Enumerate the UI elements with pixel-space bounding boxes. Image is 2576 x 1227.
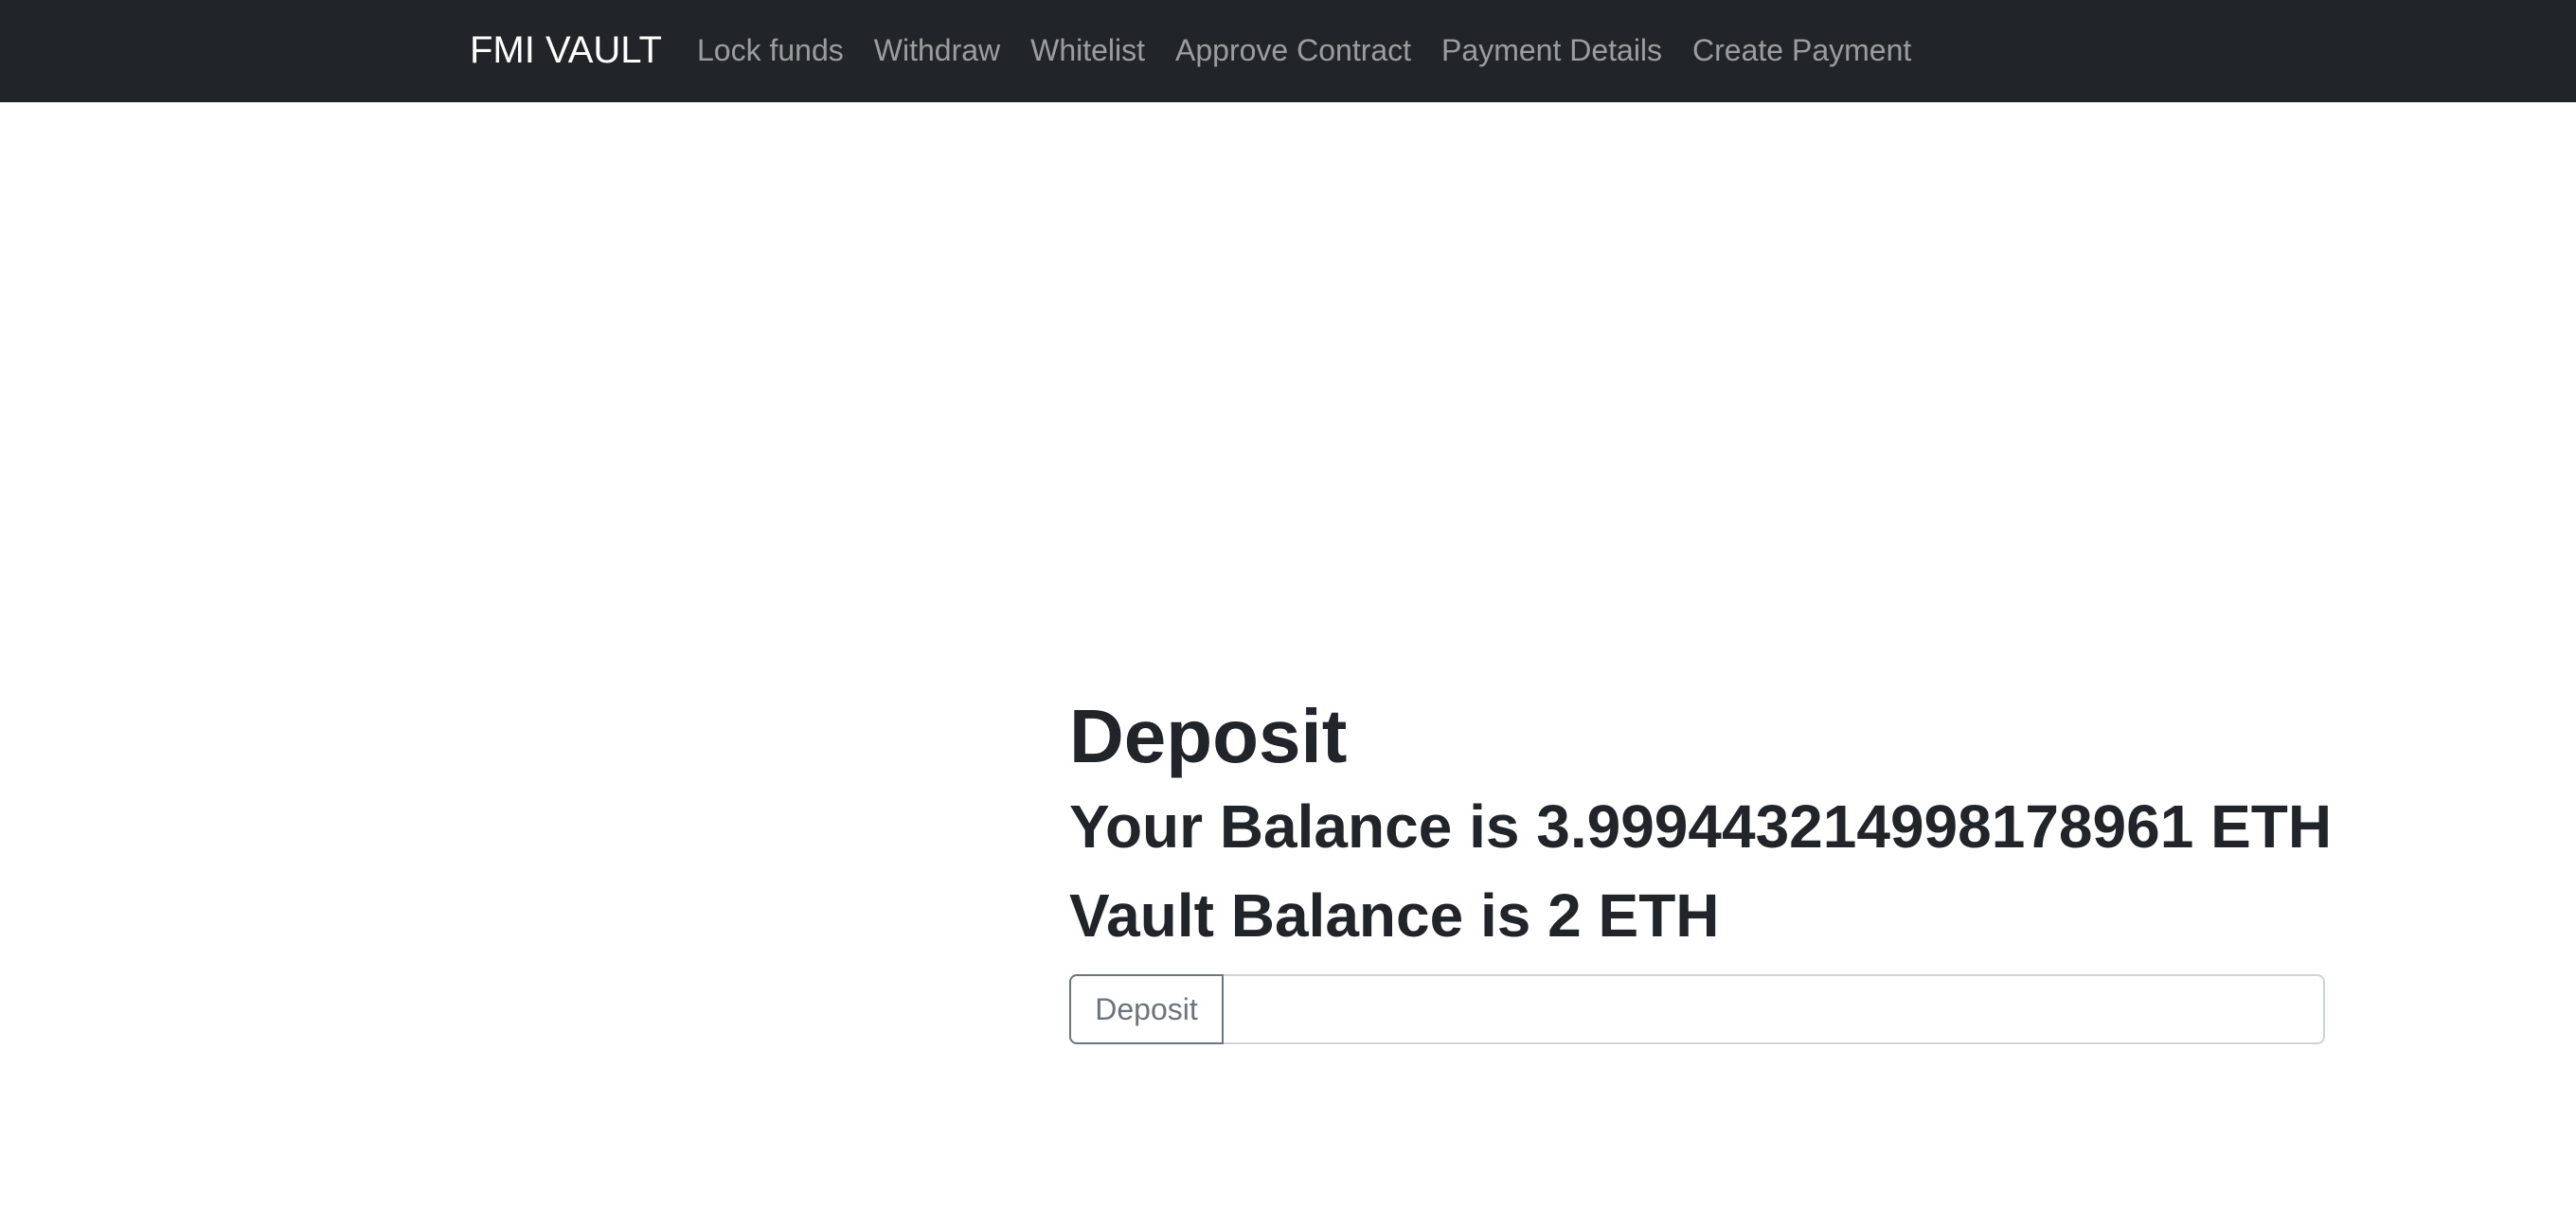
deposit-button[interactable]: Deposit <box>1069 974 1224 1044</box>
nav-link-payment-details[interactable]: Payment Details <box>1441 29 1662 71</box>
nav-link-whitelist[interactable]: Whitelist <box>1030 29 1145 71</box>
vault-balance-text: Vault Balance is 2 ETH <box>1069 881 1720 950</box>
nav-link-withdraw[interactable]: Withdraw <box>874 29 1000 71</box>
nav-link-approve-contract[interactable]: Approve Contract <box>1175 29 1411 71</box>
nav-link-create-payment[interactable]: Create Payment <box>1692 29 1911 71</box>
deposit-panel: Deposit Your Balance is 3.99944321499817… <box>1069 691 2333 1044</box>
deposit-input-group: Deposit <box>1069 974 2325 1044</box>
brand-logo-link[interactable]: FMI VAULT <box>470 27 662 74</box>
deposit-amount-input[interactable] <box>1224 974 2325 1044</box>
nav-link-lock-funds[interactable]: Lock funds <box>697 29 844 71</box>
nav-links: Lock funds Withdraw Whitelist Approve Co… <box>697 29 1941 71</box>
top-navbar: FMI VAULT Lock funds Withdraw Whitelist … <box>0 0 2576 102</box>
page-title: Deposit <box>1069 694 1348 778</box>
user-balance-text: Your Balance is 3.999443214998178961 ETH <box>1069 792 2333 861</box>
